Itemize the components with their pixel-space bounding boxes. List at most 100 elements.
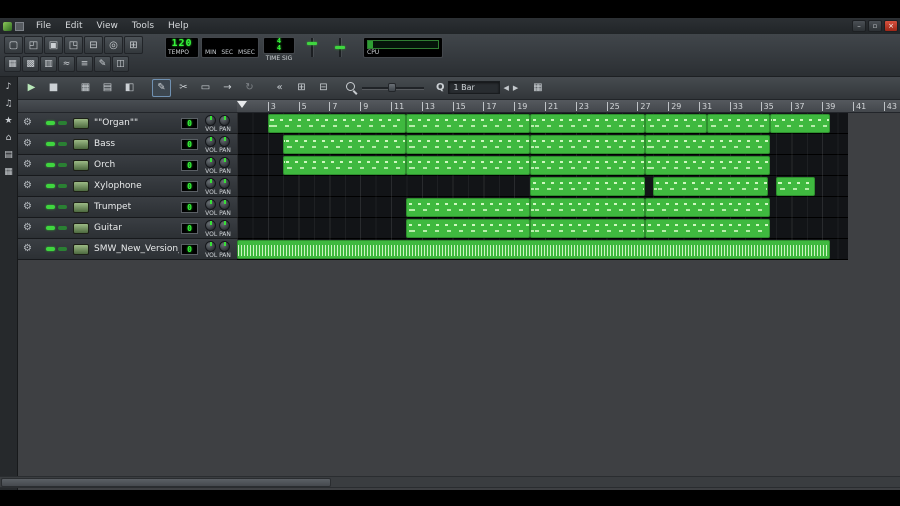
pan-knob[interactable] — [219, 115, 230, 126]
gear-icon[interactable]: ⚙ — [23, 159, 35, 171]
pattern-segment[interactable] — [652, 177, 769, 196]
pattern-segment[interactable] — [645, 135, 770, 154]
mute-led[interactable] — [46, 205, 55, 209]
pattern-segment[interactable] — [406, 219, 530, 238]
master-volume-handle[interactable] — [307, 42, 317, 45]
home-icon[interactable]: ⌂ — [3, 132, 15, 144]
master-volume-slider[interactable] — [305, 38, 319, 57]
volume-knob[interactable] — [205, 178, 216, 189]
volume-knob[interactable] — [205, 157, 216, 168]
menu-tools[interactable]: Tools — [125, 18, 161, 34]
playhead-marker[interactable] — [237, 101, 247, 108]
piano-roll-toggle[interactable]: ▥ — [40, 56, 57, 72]
move-mode-button[interactable]: → — [218, 79, 237, 97]
stop-button[interactable]: ■ — [44, 79, 63, 97]
mute-led[interactable] — [46, 121, 55, 125]
pattern-segment[interactable] — [645, 156, 770, 175]
pattern-segment[interactable] — [283, 156, 407, 175]
pattern-segment[interactable] — [283, 135, 407, 154]
solo-led[interactable] — [58, 226, 67, 230]
export-project-button[interactable]: ◳ — [64, 36, 83, 54]
bb-editor-toggle[interactable]: ▩ — [22, 56, 39, 72]
zoom-increase-arrow[interactable]: ▶ — [513, 84, 518, 92]
pan-knob[interactable] — [219, 241, 230, 252]
solo-led[interactable] — [58, 142, 67, 146]
pattern-segment[interactable] — [645, 198, 770, 217]
timeline[interactable]: 3 5 7 9 11 13 15 17 19 21 23 25 27 29 31 33 35 37 39 41 43 — [237, 100, 900, 113]
track-number-display[interactable]: 0 — [181, 244, 198, 255]
mute-led[interactable] — [46, 142, 55, 146]
computer-icon[interactable]: ▦ — [3, 166, 15, 178]
save-project-button[interactable]: ▣ — [44, 36, 63, 54]
zoom-slider-thumb[interactable] — [388, 83, 396, 92]
tempo-value[interactable]: 120 — [166, 38, 198, 49]
pattern-segment[interactable] — [706, 114, 770, 133]
knife-mode-button[interactable]: ✂ — [174, 79, 193, 97]
open-project-button[interactable]: ◰ — [24, 36, 43, 54]
pattern-segment[interactable] — [769, 114, 830, 133]
samples-icon[interactable]: ♫ — [3, 98, 15, 110]
pattern-segment[interactable] — [776, 177, 815, 196]
menu-help[interactable]: Help — [161, 18, 196, 34]
volume-knob[interactable] — [205, 241, 216, 252]
horizontal-scrollbar-thumb[interactable] — [1, 478, 331, 487]
solo-led[interactable] — [58, 247, 67, 251]
track-number-display[interactable]: 0 — [181, 139, 198, 150]
pattern-segment[interactable] — [406, 156, 530, 175]
track-name[interactable]: ""Organ"" — [94, 118, 179, 129]
track-number-display[interactable]: 0 — [181, 223, 198, 234]
gear-icon[interactable]: ⚙ — [23, 201, 35, 213]
pan-knob[interactable] — [219, 220, 230, 231]
gear-icon[interactable]: ⚙ — [23, 222, 35, 234]
fx-mixer-toggle[interactable]: ≡ — [76, 56, 93, 72]
minimize-button[interactable]: – — [852, 20, 866, 32]
pattern-segment[interactable] — [529, 177, 646, 196]
timeline-zoom-value[interactable]: 1 Bar — [447, 81, 500, 94]
pattern-segment[interactable] — [529, 135, 646, 154]
pattern-segment[interactable] — [529, 114, 646, 133]
instruments-icon[interactable]: ♪ — [3, 81, 15, 93]
add-automation-track-button[interactable]: ◧ — [120, 79, 139, 97]
pan-knob[interactable] — [219, 136, 230, 147]
menu-edit[interactable]: Edit — [58, 18, 89, 34]
solo-led[interactable] — [58, 184, 67, 188]
master-pitch-slider[interactable] — [333, 38, 347, 57]
pattern-segment[interactable] — [529, 219, 646, 238]
volume-knob[interactable] — [205, 136, 216, 147]
track-name[interactable]: Trumpet — [94, 202, 179, 213]
new-project-button[interactable]: ▢ — [4, 36, 23, 54]
solo-led[interactable] — [58, 163, 67, 167]
timesig-display[interactable]: 4 4 — [263, 37, 295, 54]
pattern-segment[interactable] — [529, 198, 646, 217]
track-number-display[interactable]: 0 — [181, 181, 198, 192]
import-button[interactable]: ⊟ — [84, 36, 103, 54]
pattern-segment[interactable] — [406, 135, 530, 154]
timesig-denominator[interactable]: 4 — [264, 45, 294, 52]
select-mode-button[interactable]: ▭ — [196, 79, 215, 97]
mute-led[interactable] — [46, 247, 55, 251]
pattern-segment[interactable] — [406, 198, 530, 217]
zoom-slider[interactable] — [362, 83, 424, 92]
back-to-start-button[interactable]: « — [270, 79, 289, 97]
pan-knob[interactable] — [219, 178, 230, 189]
gear-icon[interactable]: ⚙ — [23, 117, 35, 129]
track-number-display[interactable]: 0 — [181, 160, 198, 171]
restore-button[interactable]: ▫ — [868, 20, 882, 32]
menu-file[interactable]: File — [29, 18, 58, 34]
volume-knob[interactable] — [205, 220, 216, 231]
pattern-segment[interactable] — [267, 114, 407, 133]
song-editor-toggle[interactable]: ▦ — [4, 56, 21, 72]
solo-led[interactable] — [58, 121, 67, 125]
root-folder-icon[interactable]: ▤ — [3, 149, 15, 161]
bb-grid-button[interactable]: ▦ — [528, 79, 547, 97]
mute-led[interactable] — [46, 163, 55, 167]
sample-segment[interactable] — [237, 240, 830, 259]
gear-icon[interactable]: ⚙ — [23, 243, 35, 255]
gear-icon[interactable]: ⚙ — [23, 180, 35, 192]
pattern-segment[interactable] — [645, 114, 707, 133]
insert-bar-button[interactable]: ⊞ — [292, 79, 311, 97]
presets-icon[interactable]: ★ — [3, 115, 15, 127]
gear-icon[interactable]: ⚙ — [23, 138, 35, 150]
menu-view[interactable]: View — [90, 18, 125, 34]
child-window-icon[interactable] — [15, 21, 24, 31]
